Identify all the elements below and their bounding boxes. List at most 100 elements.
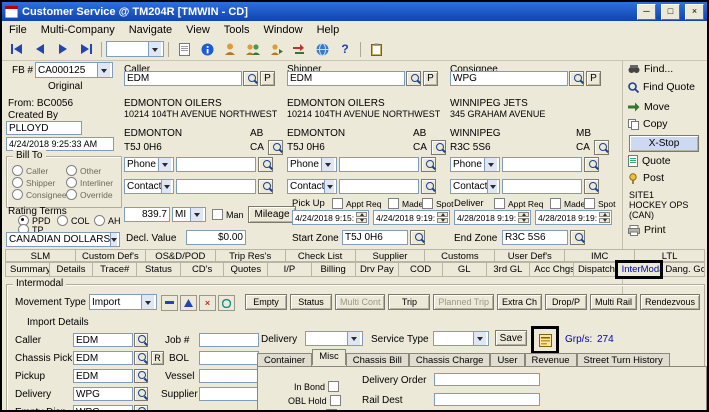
menu-item-file[interactable]: File: [2, 23, 34, 37]
toolbar-clipboard-button[interactable]: [365, 39, 387, 59]
post-button[interactable]: Post: [625, 171, 667, 185]
tab-user-defs[interactable]: User Def's: [494, 249, 565, 262]
lookup-button[interactable]: [406, 71, 421, 86]
history-button[interactable]: [218, 295, 235, 311]
tab-ltl[interactable]: LTL: [634, 249, 705, 262]
p-button[interactable]: P: [260, 71, 275, 86]
consignee-code-field[interactable]: WPG: [450, 71, 568, 86]
pickup-appt-req-checkbox[interactable]: Appt Req: [332, 198, 381, 209]
deliver-to-date-field[interactable]: 4/28/2018 9:19:: [535, 210, 612, 225]
tab-gl[interactable]: GL: [442, 262, 487, 277]
service-type-combo[interactable]: [433, 331, 489, 346]
shipper-code-field[interactable]: EDM: [287, 71, 405, 86]
tab-status[interactable]: Status: [136, 262, 181, 277]
vessel-field[interactable]: [199, 369, 259, 383]
rail-dest-field[interactable]: [434, 393, 540, 406]
movement-type-combo[interactable]: Import: [89, 294, 157, 310]
empty-button[interactable]: Empty: [245, 294, 287, 310]
bol-field[interactable]: [199, 351, 259, 365]
bill-to-caller-radio[interactable]: Caller: [12, 165, 48, 176]
prev-record-button[interactable]: [29, 39, 51, 59]
tab-billing[interactable]: Billing: [311, 262, 356, 277]
supplier-field[interactable]: [199, 387, 259, 401]
created-date-field[interactable]: 4/24/2018 9:25:33 AM: [6, 137, 114, 151]
tab-trip-res[interactable]: Trip Res's: [215, 249, 286, 262]
subtab-misc[interactable]: Misc: [312, 349, 346, 365]
tab-check-list[interactable]: Check List: [285, 249, 356, 262]
x-stop-button[interactable]: X-Stop: [629, 135, 699, 152]
close-button[interactable]: ×: [685, 4, 704, 20]
in-bond-checkbox[interactable]: In Bond: [294, 381, 339, 392]
lookup-button[interactable]: [243, 71, 258, 86]
bill-to-consignee-radio[interactable]: Consignee: [12, 189, 67, 200]
bill-to-other-radio[interactable]: Other: [66, 165, 101, 176]
next-record-button[interactable]: [52, 39, 74, 59]
maximize-button[interactable]: □: [661, 4, 680, 20]
phone-field[interactable]: [176, 157, 256, 172]
fb-number-combo[interactable]: CA000125: [35, 62, 113, 78]
menu-item-view[interactable]: View: [179, 23, 217, 37]
tab-imc[interactable]: IMC: [564, 249, 635, 262]
toolbar-info-button[interactable]: [196, 39, 218, 59]
lookup-button[interactable]: [584, 157, 599, 172]
contact-type-combo[interactable]: Contact: [124, 179, 174, 194]
phone-type-combo[interactable]: Phone: [124, 157, 174, 172]
decl-value-field[interactable]: $0.00: [186, 230, 246, 245]
contact-type-combo[interactable]: Contact: [287, 179, 337, 194]
tab-intermodal[interactable]: InterModal: [617, 262, 662, 277]
tab-cod[interactable]: COD: [398, 262, 443, 277]
end-zone-field[interactable]: R3C 5S6: [502, 230, 568, 245]
tab-details[interactable]: Details: [49, 262, 94, 277]
subtab-container[interactable]: Container: [257, 353, 312, 367]
subtab-user[interactable]: User: [490, 353, 524, 367]
rendezvous-button[interactable]: Rendezvous: [640, 294, 700, 310]
deliver-spot-checkbox[interactable]: Spot: [584, 198, 616, 209]
chassis-pick-field[interactable]: EDM: [73, 351, 133, 365]
created-by-field[interactable]: PLLOYD: [6, 121, 82, 135]
subtab-chassis-bill[interactable]: Chassis Bill: [346, 353, 409, 367]
minimize-button[interactable]: ─: [637, 4, 656, 20]
rating-ah-radio[interactable]: AH: [94, 215, 121, 226]
phone-type-combo[interactable]: Phone: [287, 157, 337, 172]
lookup-button[interactable]: [134, 387, 148, 401]
p-button[interactable]: P: [423, 71, 438, 86]
toolbar-document-button[interactable]: [173, 39, 195, 59]
toolbar-user-button[interactable]: [219, 39, 241, 59]
groups-lookup-button[interactable]: [538, 333, 553, 347]
tab-dispatch[interactable]: Dispatch: [573, 262, 618, 277]
tab-trace[interactable]: Trace#: [92, 262, 137, 277]
currency-combo[interactable]: CANADIAN DOLLARS: [6, 232, 120, 247]
menu-item-window[interactable]: Window: [256, 23, 309, 37]
im-pickup-field[interactable]: EDM: [73, 369, 133, 383]
lookup-button[interactable]: [258, 179, 273, 194]
menu-item-navigate[interactable]: Navigate: [122, 23, 179, 37]
extra-ch-button[interactable]: Extra Ch: [497, 294, 542, 310]
tab-osd-pod[interactable]: OS&D/POD: [145, 249, 216, 262]
pickup-from-date-field[interactable]: 4/24/2018 9:15:: [292, 210, 369, 225]
lookup-button[interactable]: [268, 140, 283, 155]
menu-item-multi-company[interactable]: Multi-Company: [34, 23, 122, 37]
rating-col-radio[interactable]: COL: [57, 215, 90, 226]
tab-dang-goods[interactable]: Dang. Goods: [660, 262, 705, 277]
tab-custom-defs[interactable]: Custom Def's: [75, 249, 146, 262]
menu-item-help[interactable]: Help: [310, 23, 347, 37]
date-spinner[interactable]: [356, 212, 367, 223]
toolbar-users-button[interactable]: [242, 39, 264, 59]
record-selector-combo[interactable]: [106, 41, 164, 57]
lookup-button[interactable]: [431, 140, 446, 155]
subtab-street-turn-history[interactable]: Street Turn History: [577, 353, 670, 367]
copy-button[interactable]: Copy: [625, 117, 671, 131]
toolbar-user-assign-button[interactable]: [265, 39, 287, 59]
multi-cont-button[interactable]: Multi Cont: [335, 294, 386, 310]
caller-code-field[interactable]: EDM: [124, 71, 242, 86]
tab-quotes[interactable]: Quotes: [223, 262, 268, 277]
lookup-button[interactable]: [594, 140, 609, 155]
trip-button[interactable]: Trip: [388, 294, 430, 310]
im-delivery-field[interactable]: WPG: [73, 387, 133, 401]
menu-item-tools[interactable]: Tools: [217, 23, 257, 37]
pickup-spot-checkbox[interactable]: Spot: [422, 198, 454, 209]
toolbar-help-button[interactable]: ?: [334, 39, 356, 59]
drop-p-button[interactable]: Drop/P: [545, 294, 587, 310]
contact-type-combo[interactable]: Contact: [450, 179, 500, 194]
im-caller-field[interactable]: EDM: [73, 333, 133, 347]
